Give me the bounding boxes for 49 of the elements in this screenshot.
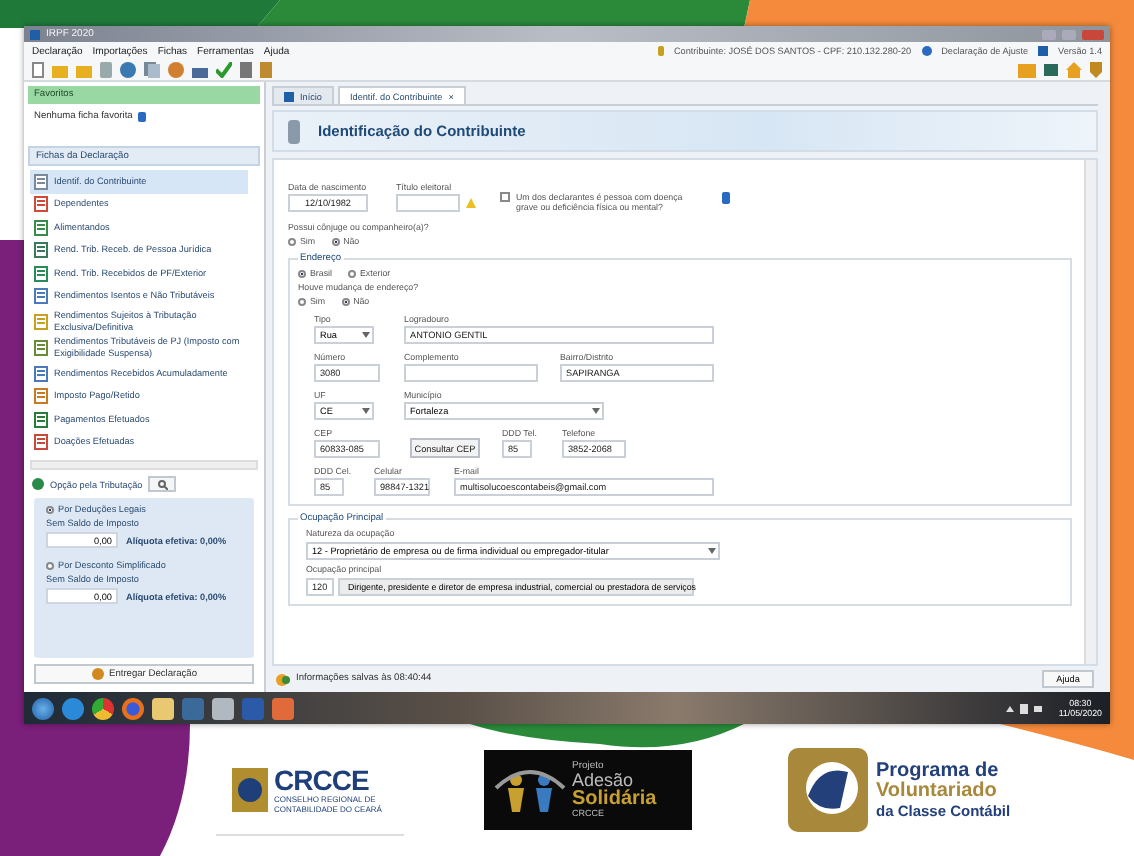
logo-text: Programa de xyxy=(876,761,1001,782)
start-button[interactable] xyxy=(32,697,54,719)
document-icon xyxy=(34,265,48,282)
document-icon xyxy=(34,388,48,405)
document-icon xyxy=(34,288,48,305)
caret-icon xyxy=(592,408,600,414)
document-icon xyxy=(34,219,48,236)
document-icon xyxy=(34,340,48,357)
radio-button[interactable] xyxy=(288,237,296,245)
document-icon xyxy=(34,313,48,330)
document-icon xyxy=(34,242,48,259)
search-icon xyxy=(157,479,168,489)
search-button[interactable] xyxy=(148,476,177,492)
caret-icon xyxy=(362,332,370,338)
document-icon xyxy=(34,196,48,213)
tray-icons xyxy=(1006,703,1043,713)
app-icon xyxy=(30,29,40,39)
document-icon xyxy=(34,365,48,382)
warning-icon xyxy=(466,198,476,208)
input-field[interactable] xyxy=(404,364,538,382)
logo-text: Solidária xyxy=(572,789,657,810)
logo-text: CRCCE xyxy=(274,764,369,797)
caret-icon xyxy=(708,548,716,554)
document-icon xyxy=(34,434,48,451)
logo-text: Voluntariado xyxy=(876,782,999,804)
radio-button[interactable] xyxy=(347,269,356,277)
page-icon[interactable] xyxy=(32,62,44,78)
status-icon xyxy=(276,673,290,685)
people-icon xyxy=(492,764,568,816)
radio-button[interactable] xyxy=(46,505,54,513)
scroll-bar[interactable] xyxy=(30,460,258,470)
document-icon xyxy=(34,173,48,190)
radio-button[interactable] xyxy=(331,237,340,245)
app-icon xyxy=(1038,46,1049,56)
document-icon xyxy=(34,411,48,428)
radio-button[interactable] xyxy=(298,297,306,305)
home-icon[interactable] xyxy=(1066,62,1082,78)
radio-button[interactable] xyxy=(46,561,54,569)
shield-icon[interactable] xyxy=(1090,62,1102,78)
check-icon[interactable] xyxy=(216,62,232,78)
pages-icon[interactable] xyxy=(144,62,160,78)
radio-button[interactable] xyxy=(341,297,350,305)
scroll-bar[interactable] xyxy=(1084,160,1096,664)
logo-text: Adesão xyxy=(572,771,634,790)
radio-button[interactable] xyxy=(298,269,306,277)
checkbox[interactable] xyxy=(500,192,510,202)
input-field[interactable] xyxy=(396,194,460,212)
caret-icon xyxy=(362,408,370,414)
app-icon xyxy=(284,91,294,101)
